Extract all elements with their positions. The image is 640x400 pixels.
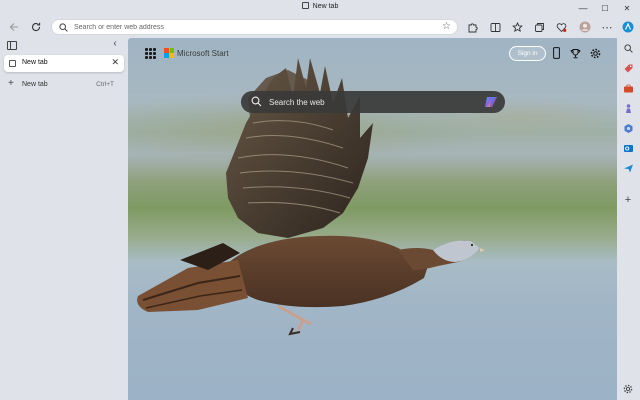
copilot-icon [622,21,634,33]
back-button[interactable] [5,18,23,36]
gear-icon [590,48,600,58]
trophy-icon [570,48,580,58]
app-launcher-icon[interactable] [145,48,156,59]
search-icon [59,23,68,32]
rewards-button[interactable] [568,46,582,60]
search-icon [251,96,262,107]
plus-icon: + [8,78,14,89]
sidebar-settings-button[interactable] [622,383,634,395]
browser-essentials-button[interactable] [552,18,570,36]
toolbox-icon [623,84,633,92]
shopping-button[interactable] [622,62,634,74]
chess-piece-icon [625,103,631,113]
edge-sidebar: + [617,16,640,400]
new-tab-button[interactable]: + New tab Ctrl+T [4,78,124,92]
maximize-button[interactable]: ☐ [594,0,616,16]
split-screen-icon [490,22,500,32]
arrow-left-icon [9,23,18,31]
web-search-box[interactable] [241,91,505,113]
title-bar: New tab — ☐ ✕ [0,0,640,16]
new-tab-page: Microsoft Start Sign in [128,38,617,400]
favorites-button[interactable] [508,18,526,36]
tab-icon [301,2,309,9]
tab-favicon-icon [9,60,16,67]
paper-plane-icon [623,164,633,172]
microsoft-logo-icon [164,48,175,58]
outlook-button[interactable] [622,142,634,154]
new-tab-label: New tab [22,81,48,88]
drop-button[interactable] [622,162,634,174]
tab-new-tab[interactable]: New tab ✕ [4,55,124,72]
heart-pulse-icon [556,22,566,32]
avatar-icon [579,21,591,33]
close-button[interactable]: ✕ [616,0,638,16]
tools-button[interactable] [622,82,634,94]
plus-icon: + [624,194,632,206]
split-screen-button[interactable] [486,18,504,36]
gear-icon [623,384,633,394]
add-sidebar-app-button[interactable]: + [622,194,634,206]
mobile-app-button[interactable] [549,46,563,60]
page-settings-button[interactable] [588,46,602,60]
brand-logo[interactable]: Microsoft Start [164,47,229,59]
more-menu-button[interactable]: ⋯ [598,18,616,36]
phone-icon [552,47,560,59]
toolbar: ☆ ⋯ [0,16,640,38]
copilot-button[interactable] [622,21,634,33]
tab-close-button[interactable]: ✕ [111,57,119,68]
web-search-input[interactable] [269,94,469,110]
outlook-icon [623,144,633,152]
puzzle-icon [468,22,478,32]
minimize-button[interactable]: — [572,0,594,16]
microsoft365-button[interactable] [622,122,634,134]
window-title: New tab [0,2,640,10]
profile-button[interactable] [576,18,594,36]
refresh-icon [32,22,41,32]
window-title-text: New tab [312,3,339,10]
m365-icon [624,123,632,133]
extensions-button[interactable] [463,18,481,36]
copilot-icon[interactable] [484,95,498,109]
sign-in-button[interactable]: Sign in [509,46,546,61]
collections-icon [534,22,544,32]
address-input[interactable] [74,20,424,34]
sidebar-search-button[interactable] [622,42,634,54]
tab-label: New tab [22,59,48,66]
refresh-button[interactable] [27,18,45,36]
new-tab-shortcut: Ctrl+T [96,81,114,88]
collections-button[interactable] [530,18,548,36]
collapse-sidebar-button[interactable]: ‹ [108,38,122,49]
address-bar[interactable]: ☆ [51,19,458,35]
favorite-star-icon[interactable]: ☆ [442,21,451,32]
games-button[interactable] [622,102,634,114]
vertical-tabs-sidebar: ‹ New tab ✕ + New tab Ctrl+T [0,38,128,400]
brand-text: Microsoft Start [177,48,229,58]
shopping-tag-icon [624,64,632,72]
favorites-star-icon [511,21,523,32]
search-icon [623,43,633,53]
tab-actions-icon[interactable] [7,41,17,50]
